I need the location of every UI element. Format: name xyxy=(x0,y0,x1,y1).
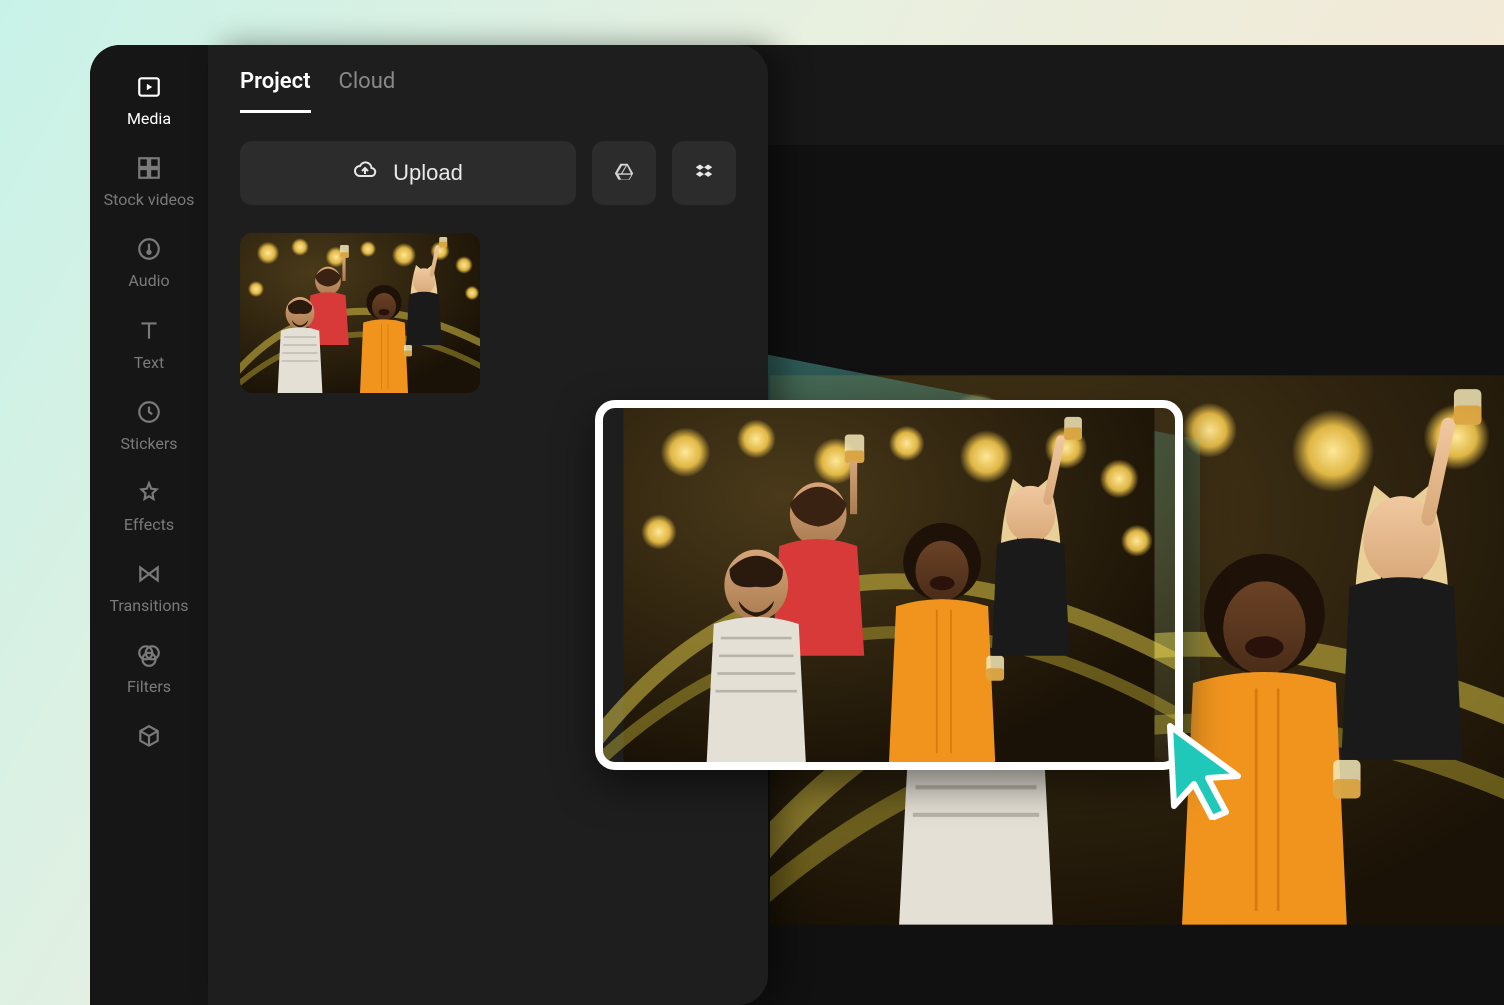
sidebar-item-3d[interactable] xyxy=(135,723,163,759)
dropbox-icon xyxy=(693,161,715,186)
cloud-upload-icon xyxy=(353,158,377,188)
sidebar-label: Stock videos xyxy=(104,190,195,209)
sidebar-label: Effects xyxy=(124,515,174,534)
effects-icon xyxy=(135,479,163,507)
sidebar-item-stock-videos[interactable]: Stock videos xyxy=(104,154,195,209)
sidebar-item-filters[interactable]: Filters xyxy=(127,641,171,696)
sidebar-label: Text xyxy=(134,353,164,372)
transitions-icon xyxy=(135,560,163,588)
media-grid xyxy=(208,225,768,401)
stock-icon xyxy=(135,154,163,182)
audio-icon xyxy=(135,235,163,263)
drag-ghost-preview[interactable] xyxy=(595,400,1183,770)
sidebar-nav: Media Stock videos Audio Text Stickers xyxy=(90,45,208,1005)
sidebar-item-audio[interactable]: Audio xyxy=(128,235,169,290)
media-thumbnail[interactable] xyxy=(240,233,480,393)
sidebar-item-effects[interactable]: Effects xyxy=(124,479,174,534)
sidebar-item-transitions[interactable]: Transitions xyxy=(109,560,188,615)
panel-tabs: Project Cloud xyxy=(208,45,768,113)
sidebar-label: Audio xyxy=(128,271,169,290)
upload-button[interactable]: Upload xyxy=(240,141,576,205)
dropbox-button[interactable] xyxy=(672,141,736,205)
stickers-icon xyxy=(135,398,163,426)
sidebar-label: Media xyxy=(127,109,171,128)
google-drive-icon xyxy=(613,161,635,186)
upload-row: Upload xyxy=(208,113,768,225)
media-icon xyxy=(135,73,163,101)
sidebar-item-stickers[interactable]: Stickers xyxy=(120,398,177,453)
upload-label: Upload xyxy=(393,160,463,186)
tab-project[interactable]: Project xyxy=(240,69,311,113)
cube-icon xyxy=(135,723,163,751)
sidebar-label: Filters xyxy=(127,677,171,696)
google-drive-button[interactable] xyxy=(592,141,656,205)
filters-icon xyxy=(135,641,163,669)
text-icon xyxy=(135,317,163,345)
sidebar-label: Stickers xyxy=(120,434,177,453)
preview-toolbar xyxy=(675,45,1504,145)
sidebar-item-text[interactable]: Text xyxy=(134,317,164,372)
sidebar-item-media[interactable]: Media xyxy=(127,73,171,128)
sidebar-label: Transitions xyxy=(109,596,188,615)
tab-cloud[interactable]: Cloud xyxy=(339,69,396,113)
